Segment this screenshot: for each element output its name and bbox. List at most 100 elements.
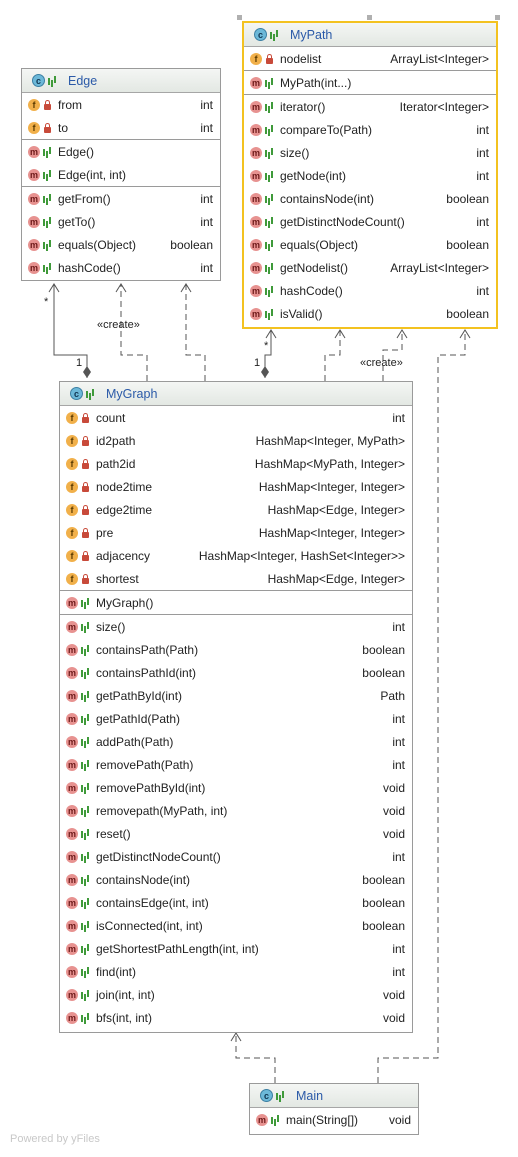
method-row[interactable]: m addPath(Path) int bbox=[60, 730, 412, 753]
field-row[interactable]: f shortest HashMap<Edge, Integer> bbox=[60, 567, 412, 590]
public-icon bbox=[265, 286, 274, 296]
public-icon bbox=[81, 737, 90, 747]
class-mygraph[interactable]: c MyGraph f count int f id2path HashMap<Integ… bbox=[59, 381, 413, 1033]
return-type: int bbox=[392, 619, 405, 634]
stereotype-create-mypath: «create» bbox=[360, 357, 403, 369]
method-row[interactable]: m containsEdge(int, int) boolean bbox=[60, 891, 412, 914]
public-icon bbox=[265, 309, 274, 319]
method-icon: m bbox=[250, 284, 262, 297]
method-row[interactable]: m reset() void bbox=[60, 822, 412, 845]
method-icon: m bbox=[66, 942, 78, 955]
return-type: ArrayList<Integer> bbox=[390, 260, 489, 275]
return-type: int bbox=[200, 191, 213, 206]
field-icon: f bbox=[66, 434, 78, 447]
return-type: int bbox=[392, 734, 405, 749]
method-name: getDistinctNodeCount() bbox=[280, 214, 405, 229]
method-row[interactable]: m getDistinctNodeCount() int bbox=[244, 210, 496, 233]
method-icon: m bbox=[250, 123, 262, 136]
method-row[interactable]: m size() int bbox=[244, 141, 496, 164]
field-row[interactable]: f id2path HashMap<Integer, MyPath> bbox=[60, 429, 412, 452]
method-row[interactable]: m getPathId(Path) int bbox=[60, 707, 412, 730]
method-row[interactable]: m getPathById(int) Path bbox=[60, 684, 412, 707]
method-row[interactable]: m getFrom() int bbox=[22, 187, 220, 210]
method-row[interactable]: m isConnected(int, int) boolean bbox=[60, 914, 412, 937]
constructor-row[interactable]: m MyPath(int...) bbox=[244, 71, 496, 94]
class-header: c Edge bbox=[22, 69, 220, 93]
method-row[interactable]: m join(int, int) void bbox=[60, 983, 412, 1006]
method-name: getDistinctNodeCount() bbox=[96, 849, 221, 864]
method-icon: m bbox=[66, 712, 78, 725]
return-type: boolean bbox=[170, 237, 213, 252]
selection-handle[interactable] bbox=[367, 15, 372, 20]
method-row[interactable]: m bfs(int, int) void bbox=[60, 1006, 412, 1029]
method-row[interactable]: m getTo() int bbox=[22, 210, 220, 233]
private-lock-icon bbox=[81, 435, 90, 446]
public-icon bbox=[48, 76, 57, 86]
class-mypath[interactable]: c MyPath f nodelist ArrayList<Integer> m My… bbox=[242, 21, 498, 329]
method-icon: m bbox=[66, 596, 78, 609]
public-icon bbox=[81, 852, 90, 862]
constructor-row[interactable]: m Edge() bbox=[22, 140, 220, 163]
method-name: equals(Object) bbox=[280, 237, 359, 252]
class-header: c MyGraph bbox=[60, 382, 412, 406]
method-icon: m bbox=[66, 666, 78, 679]
method-row[interactable]: m containsNode(int) boolean bbox=[60, 868, 412, 891]
public-icon bbox=[265, 125, 274, 135]
return-type: void bbox=[382, 826, 405, 841]
method-name: containsPath(Path) bbox=[96, 642, 199, 657]
field-row[interactable]: f pre HashMap<Integer, Integer> bbox=[60, 521, 412, 544]
field-icon: f bbox=[28, 121, 40, 134]
field-row[interactable]: f path2id HashMap<MyPath, Integer> bbox=[60, 452, 412, 475]
method-row[interactable]: m equals(Object) boolean bbox=[22, 233, 220, 256]
method-row[interactable]: m getNodelist() ArrayList<Integer> bbox=[244, 256, 496, 279]
method-row[interactable]: m equals(Object) boolean bbox=[244, 233, 496, 256]
method-row[interactable]: m containsNode(int) boolean bbox=[244, 187, 496, 210]
multiplicity-edge-one: 1 bbox=[76, 357, 83, 369]
field-type: HashMap<Integer, Integer> bbox=[258, 525, 405, 540]
public-icon bbox=[81, 760, 90, 770]
method-row[interactable]: m containsPathId(int) boolean bbox=[60, 661, 412, 684]
field-row[interactable]: f nodelist ArrayList<Integer> bbox=[244, 47, 496, 70]
method-name: containsNode(int) bbox=[280, 191, 375, 206]
method-name: getPathId(Path) bbox=[96, 711, 181, 726]
return-type: void bbox=[382, 780, 405, 795]
method-row[interactable]: m hashCode() int bbox=[22, 256, 220, 279]
field-row[interactable]: f node2time HashMap<Integer, Integer> bbox=[60, 475, 412, 498]
method-row[interactable]: m isValid() boolean bbox=[244, 302, 496, 325]
public-icon bbox=[265, 194, 274, 204]
multiplicity-edge-many: * bbox=[44, 296, 49, 308]
method-row[interactable]: m removePath(Path) int bbox=[60, 753, 412, 776]
field-row[interactable]: f from int bbox=[22, 93, 220, 116]
return-type: int bbox=[392, 964, 405, 979]
method-row[interactable]: m hashCode() int bbox=[244, 279, 496, 302]
method-row[interactable]: m getDistinctNodeCount() int bbox=[60, 845, 412, 868]
method-name: size() bbox=[96, 619, 126, 634]
constructor-row[interactable]: m Edge(int, int) bbox=[22, 163, 220, 186]
method-name: compareTo(Path) bbox=[280, 122, 373, 137]
field-row[interactable]: f edge2time HashMap<Edge, Integer> bbox=[60, 498, 412, 521]
method-row[interactable]: m main(String[]) void bbox=[250, 1108, 418, 1131]
method-row[interactable]: m compareTo(Path) int bbox=[244, 118, 496, 141]
field-row[interactable]: f adjacency HashMap<Integer, HashSet<Integ… bbox=[60, 544, 412, 567]
method-row[interactable]: m removepath(MyPath, int) void bbox=[60, 799, 412, 822]
class-main[interactable]: c Main m main(String[]) void bbox=[249, 1083, 419, 1135]
method-row[interactable]: m getShortestPathLength(int, int) int bbox=[60, 937, 412, 960]
method-row[interactable]: m getNode(int) int bbox=[244, 164, 496, 187]
method-row[interactable]: m iterator() Iterator<Integer> bbox=[244, 95, 496, 118]
selection-handle[interactable] bbox=[495, 15, 500, 20]
field-row[interactable]: f count int bbox=[60, 406, 412, 429]
method-row[interactable]: m removePathById(int) void bbox=[60, 776, 412, 799]
method-row[interactable]: m containsPath(Path) boolean bbox=[60, 638, 412, 661]
private-lock-icon bbox=[43, 122, 52, 133]
public-icon bbox=[81, 783, 90, 793]
class-edge[interactable]: c Edge f from int f to int m Edge() m Edge(int, … bbox=[21, 68, 221, 281]
method-row[interactable]: m size() int bbox=[60, 615, 412, 638]
selection-handle[interactable] bbox=[237, 15, 242, 20]
return-type: boolean bbox=[362, 642, 405, 657]
field-row[interactable]: f to int bbox=[22, 116, 220, 139]
method-name: getNode(int) bbox=[280, 168, 347, 183]
method-row[interactable]: m find(int) int bbox=[60, 960, 412, 983]
return-type: Iterator<Integer> bbox=[399, 99, 489, 114]
method-icon: m bbox=[250, 307, 262, 320]
constructor-row[interactable]: m MyGraph() bbox=[60, 591, 412, 614]
